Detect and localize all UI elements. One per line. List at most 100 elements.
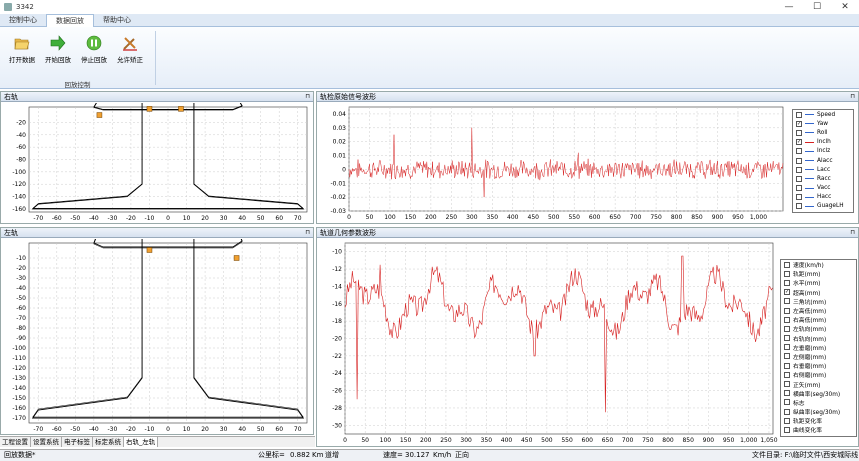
- start-playback-button[interactable]: 开始回放: [40, 31, 76, 64]
- legend-item[interactable]: 左高低(mm): [781, 306, 856, 315]
- profile-marker: [178, 106, 184, 112]
- legend-checkbox[interactable]: [796, 157, 802, 164]
- legend-item[interactable]: GuageLH: [793, 202, 853, 211]
- legend-checkbox[interactable]: [796, 166, 802, 173]
- maximize-button[interactable]: ☐: [803, 0, 831, 14]
- right-rail-chart[interactable]: -70 -60 -50 -40 -30 -20 -10 0 10 20 30 40 50 60 70-20-…: [1, 103, 313, 224]
- legend-checkbox[interactable]: [784, 298, 790, 305]
- tab-data-playback[interactable]: 数据回放: [46, 14, 94, 27]
- legend-checkbox[interactable]: [784, 344, 790, 351]
- tab-help-center[interactable]: 帮助中心: [94, 14, 140, 27]
- legend-item[interactable]: Vacc: [793, 184, 853, 193]
- legend-checkbox[interactable]: [784, 307, 790, 314]
- legend-checkbox[interactable]: [796, 111, 802, 118]
- legend-checkbox[interactable]: [796, 175, 802, 182]
- x-tick-label: 200: [425, 214, 437, 221]
- legend-item[interactable]: 速度(km/h): [781, 260, 856, 269]
- legend-checkbox[interactable]: [796, 148, 802, 155]
- legend-item[interactable]: Speed: [793, 110, 853, 119]
- legend-item[interactable]: 正矢(mm): [781, 379, 856, 389]
- x-tick-label: 1,000: [740, 437, 757, 444]
- geometry-chart[interactable]: 0 50 100 150 200 250 300 350 400 450 500 550 600 650 7…: [317, 239, 779, 447]
- legend-checkbox[interactable]: ✓: [796, 120, 802, 127]
- legend-item[interactable]: Hacc: [793, 193, 853, 202]
- pin-icon[interactable]: ⊓: [850, 228, 855, 238]
- legend-checkbox[interactable]: [784, 261, 790, 268]
- legend-checkbox[interactable]: [784, 390, 790, 397]
- legend-checkbox[interactable]: [784, 353, 790, 360]
- legend-item[interactable]: 曲线变化率: [781, 425, 856, 434]
- legend-checkbox[interactable]: [784, 325, 790, 332]
- legend-checkbox[interactable]: ✓: [796, 139, 802, 146]
- legend-item[interactable]: 右垂磨(mm): [781, 361, 856, 370]
- legend-checkbox[interactable]: [784, 362, 790, 369]
- tab-calibration[interactable]: 标定系统: [93, 437, 124, 447]
- legend-item[interactable]: ✓ Inclh: [793, 138, 853, 147]
- legend-item[interactable]: 左轨向(mm): [781, 324, 856, 333]
- profile-marker: [146, 247, 153, 253]
- x-tick-label: 30: [220, 215, 228, 222]
- close-button[interactable]: ✕: [831, 0, 859, 14]
- legend-item[interactable]: 左侧磨(mm): [781, 352, 856, 361]
- legend-item[interactable]: 纵曲率(seg/30m): [781, 407, 856, 416]
- legend-checkbox[interactable]: [784, 426, 790, 433]
- legend-item[interactable]: Racc: [793, 174, 853, 183]
- legend-item[interactable]: ✓ Yaw: [793, 119, 853, 128]
- legend-checkbox[interactable]: [784, 279, 790, 286]
- legend-swatch: [805, 132, 814, 134]
- legend-checkbox[interactable]: [796, 194, 802, 201]
- legend-checkbox[interactable]: [796, 203, 802, 210]
- signal-chart[interactable]: 0 50 100 150 200 250 300 350 400 450 500 550 600 650 7…: [317, 103, 789, 224]
- legend-item[interactable]: 右高低(mm): [781, 315, 856, 324]
- legend-item[interactable]: 左垂磨(mm): [781, 343, 856, 352]
- legend-checkbox[interactable]: ✓: [784, 289, 790, 296]
- legend-item[interactable]: ✓ 超高(mm): [781, 288, 856, 297]
- tab-project-settings[interactable]: 工程设置: [0, 437, 31, 447]
- y-tick-label: -90: [16, 335, 26, 342]
- legend-label: Hacc: [817, 194, 832, 201]
- pin-icon[interactable]: ⊓: [305, 92, 310, 102]
- legend-item[interactable]: 右侧磨(mm): [781, 370, 856, 379]
- legend-checkbox[interactable]: [784, 316, 790, 323]
- pin-icon[interactable]: ⊓: [850, 92, 855, 102]
- legend-item[interactable]: 右轨向(mm): [781, 334, 856, 343]
- legend-item[interactable]: 轨距(mm): [781, 269, 856, 278]
- legend-item[interactable]: 标志: [781, 398, 856, 407]
- legend-label: 横曲率(seg/30m): [793, 391, 841, 398]
- legend-item[interactable]: 轨距变化率: [781, 416, 856, 425]
- start-playback-label: 开始回放: [45, 56, 71, 64]
- tab-control-center[interactable]: 控制中心: [0, 14, 46, 27]
- legend-checkbox[interactable]: [784, 270, 790, 277]
- legend-checkbox[interactable]: [796, 185, 802, 192]
- left-rail-title: 左轨: [4, 229, 18, 237]
- legend-item[interactable]: 横曲率(seg/30m): [781, 389, 856, 398]
- legend-label: 右轨向(mm): [793, 336, 827, 343]
- legend-item[interactable]: 三角坑(mm): [781, 297, 856, 306]
- legend-checkbox[interactable]: [796, 129, 802, 136]
- pin-icon[interactable]: ⊓: [305, 228, 310, 238]
- minimize-button[interactable]: —: [775, 0, 803, 14]
- legend-item[interactable]: Roll: [793, 128, 853, 137]
- legend-checkbox[interactable]: [784, 417, 790, 424]
- x-tick-label: 0: [166, 215, 170, 222]
- left-rail-chart[interactable]: -70 -60 -50 -40 -30 -20 -10 0 10 20 30 40 50 60 70-10-…: [1, 239, 313, 435]
- open-data-button[interactable]: 打开数据: [4, 31, 40, 64]
- y-tick-label: -170: [12, 415, 26, 422]
- legend-item[interactable]: Lacc: [793, 165, 853, 174]
- legend-swatch: [805, 123, 814, 125]
- legend-checkbox[interactable]: [784, 381, 790, 388]
- stop-playback-button[interactable]: 停止回放: [76, 31, 112, 64]
- legend-item[interactable]: Inclz: [793, 147, 853, 156]
- tab-system-settings[interactable]: 设置系统: [31, 437, 62, 447]
- legend-checkbox[interactable]: [784, 408, 790, 415]
- tab-electronic-tag[interactable]: 电子标签: [62, 437, 93, 447]
- legend-checkbox[interactable]: [784, 335, 790, 342]
- legend-item[interactable]: 水平(mm): [781, 278, 856, 287]
- x-tick-label: 600: [589, 214, 601, 221]
- legend-checkbox[interactable]: [784, 399, 790, 406]
- legend-item[interactable]: Alacc: [793, 156, 853, 165]
- allow-correction-button[interactable]: 允许矫正: [112, 31, 148, 64]
- tab-rails[interactable]: 右轨_左轨: [124, 437, 159, 447]
- y-tick-label: -16: [332, 301, 342, 308]
- legend-checkbox[interactable]: [784, 371, 790, 378]
